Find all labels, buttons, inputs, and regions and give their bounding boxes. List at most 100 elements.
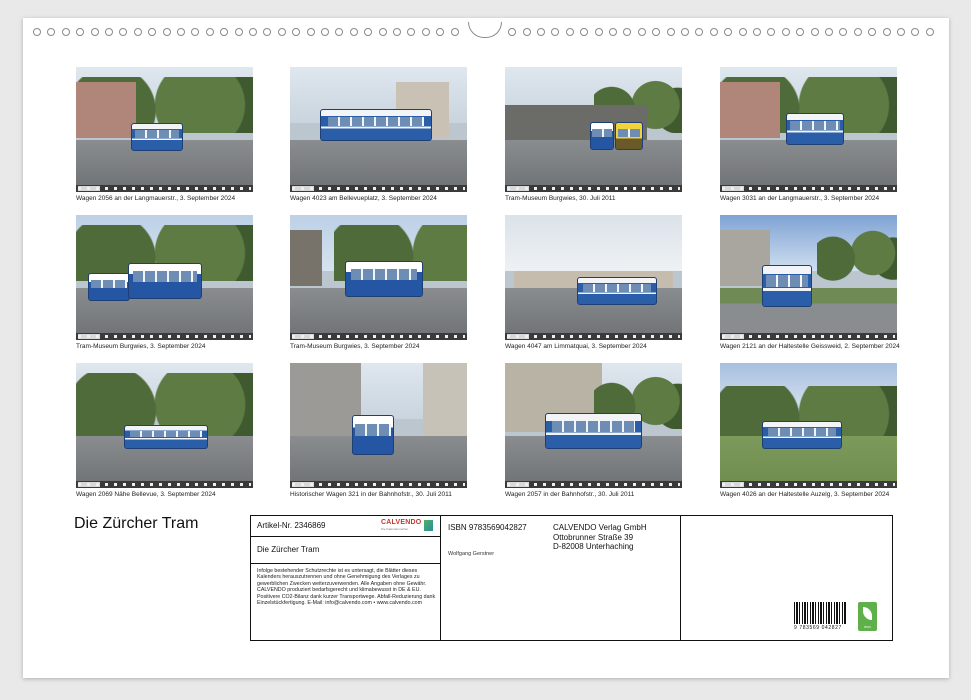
binding-ring	[666, 28, 675, 36]
tram-photo	[720, 363, 897, 488]
binding-ring	[753, 28, 761, 36]
binding-ring	[565, 28, 574, 36]
binding-ring	[148, 28, 157, 36]
binding-ring	[637, 28, 646, 36]
photo-caption: Tram-Museum Burgwies, 3. September 2024	[290, 343, 420, 350]
binding-ring	[393, 28, 401, 36]
binding-ring	[292, 28, 301, 36]
photo-caption: Wagen 4023 am Bellevueplatz, 3. Septembe…	[290, 195, 437, 202]
binding-ring	[105, 28, 113, 36]
binding-ring	[191, 28, 200, 36]
binding-ring	[594, 28, 603, 36]
photo-caption: Tram-Museum Burgwies, 3. September 2024	[76, 343, 206, 350]
photo-thumbnail: Wagen 2057 in der Bahnhofstr., 30. Juli …	[505, 363, 682, 498]
photo-caption: Wagen 2057 in der Bahnhofstr., 30. Juli …	[505, 491, 635, 498]
tram-photo	[290, 363, 467, 488]
tram-photo	[290, 215, 467, 340]
binding-ring	[681, 28, 689, 36]
photo-caption: Wagen 3031 an der Langmauerstr., 3. Sept…	[720, 195, 880, 202]
binding-ring	[767, 28, 776, 36]
imprint-column-left: Artikel-Nr. 2346869 CALVENDO Die Kalende…	[251, 516, 441, 640]
binding-ring	[47, 28, 56, 36]
photo-caption: Tram-Museum Burgwies, 30. Juli 2011	[505, 195, 616, 202]
imprint-column-right: 9 783569 042827 eco	[681, 516, 891, 640]
binding-ring	[925, 28, 934, 36]
binding-ring	[738, 28, 747, 36]
eco-badge-icon: eco	[858, 602, 877, 631]
tram-photo	[290, 67, 467, 192]
binding-ring	[810, 28, 819, 36]
article-number: Artikel-Nr. 2346869	[257, 521, 326, 530]
legal-notice: Infolge bestehender Schutzrechte ist es …	[257, 568, 436, 607]
binding-ring	[868, 28, 877, 36]
binding-ring	[90, 28, 99, 36]
binding-ring	[623, 28, 632, 36]
photo-caption: Historischer Wagen 321 in der Bahnhofstr…	[290, 491, 452, 498]
photo-thumbnail: Wagen 3031 an der Langmauerstr., 3. Sept…	[720, 67, 897, 202]
binding-ring	[825, 28, 833, 36]
binding-ring	[234, 28, 243, 36]
binding-ring	[911, 28, 920, 36]
photo-thumbnail: Tram-Museum Burgwies, 30. Juli 2011	[505, 67, 682, 202]
tram-photo	[505, 67, 682, 192]
photo-caption: Wagen 4047 am Limmatquai, 3. September 2…	[505, 343, 647, 350]
binding-ring	[781, 28, 790, 36]
calendar-subtitle: Die Zürcher Tram	[257, 545, 320, 554]
calvendo-logo-icon	[424, 520, 433, 531]
binding-ring	[839, 28, 848, 36]
binding-ring	[436, 28, 445, 36]
tram-photo	[76, 363, 253, 488]
tram-photo	[76, 215, 253, 340]
binding-ring	[897, 28, 905, 36]
photo-thumbnail: Wagen 4026 an der Haltestelle Auzelg, 3.…	[720, 363, 897, 498]
binding-ring	[407, 28, 416, 36]
binding-ring	[220, 28, 229, 36]
binding-ring	[277, 28, 286, 36]
barcode: 9 783569 042827	[794, 602, 846, 631]
tram-photo	[720, 215, 897, 340]
binding-ring	[205, 28, 214, 36]
tram-photo	[505, 215, 682, 340]
binding-ring	[709, 28, 718, 36]
binding-ring	[853, 28, 862, 36]
publisher-address: CALVENDO Verlag GmbH Ottobrunner Straße …	[553, 523, 647, 551]
binding-ring	[76, 28, 85, 36]
binding-ring	[652, 28, 661, 36]
photo-thumbnail: Tram-Museum Burgwies, 3. September 2024	[76, 215, 253, 350]
calvendo-logo: CALVENDO Die Kalendermacher	[381, 519, 433, 533]
binding-ring	[695, 28, 704, 36]
binding-ring	[537, 28, 545, 36]
binding-ring	[306, 28, 315, 36]
tram-photo	[720, 67, 897, 192]
photo-thumbnail: Wagen 4023 am Bellevueplatz, 3. Septembe…	[290, 67, 467, 202]
binding-ring	[421, 28, 430, 36]
binding-ring	[61, 28, 70, 36]
barcode-icon	[794, 602, 846, 624]
binding-ring	[522, 28, 531, 36]
binding-ring	[133, 28, 142, 36]
photo-caption: Wagen 2056 an der Langmauerstr., 3. Sept…	[76, 195, 236, 202]
tram-photo	[76, 67, 253, 192]
binding-ring	[724, 28, 733, 36]
tram-photo	[505, 363, 682, 488]
imprint-column-middle: ISBN 9783569042827 CALVENDO Verlag GmbH …	[441, 516, 681, 640]
binding-ring	[551, 28, 560, 36]
binding-ring	[162, 28, 171, 36]
binding-ring	[119, 28, 128, 36]
calendar-back-page: Wagen 2056 an der Langmauerstr., 3. Sept…	[23, 18, 949, 678]
binding-ring	[508, 28, 517, 36]
binding-ring	[263, 28, 272, 36]
binding-ring	[33, 28, 41, 36]
binding-ring	[609, 28, 617, 36]
photo-thumbnail: Wagen 4047 am Limmatquai, 3. September 2…	[505, 215, 682, 350]
photo-thumbnail: Tram-Museum Burgwies, 3. September 2024	[290, 215, 467, 350]
imprint-box: Artikel-Nr. 2346869 CALVENDO Die Kalende…	[250, 515, 893, 641]
photo-caption: Wagen 4026 an der Haltestelle Auzelg, 3.…	[720, 491, 890, 498]
binding-ring	[796, 28, 805, 36]
binding-ring	[249, 28, 257, 36]
author: Wolfgang Gerstner	[448, 551, 495, 557]
photo-thumbnail: Historischer Wagen 321 in der Bahnhofstr…	[290, 363, 467, 498]
binding-ring	[364, 28, 373, 36]
binding-ring	[177, 28, 185, 36]
photo-caption: Wagen 2069 Nähe Bellevue, 3. September 2…	[76, 491, 216, 498]
